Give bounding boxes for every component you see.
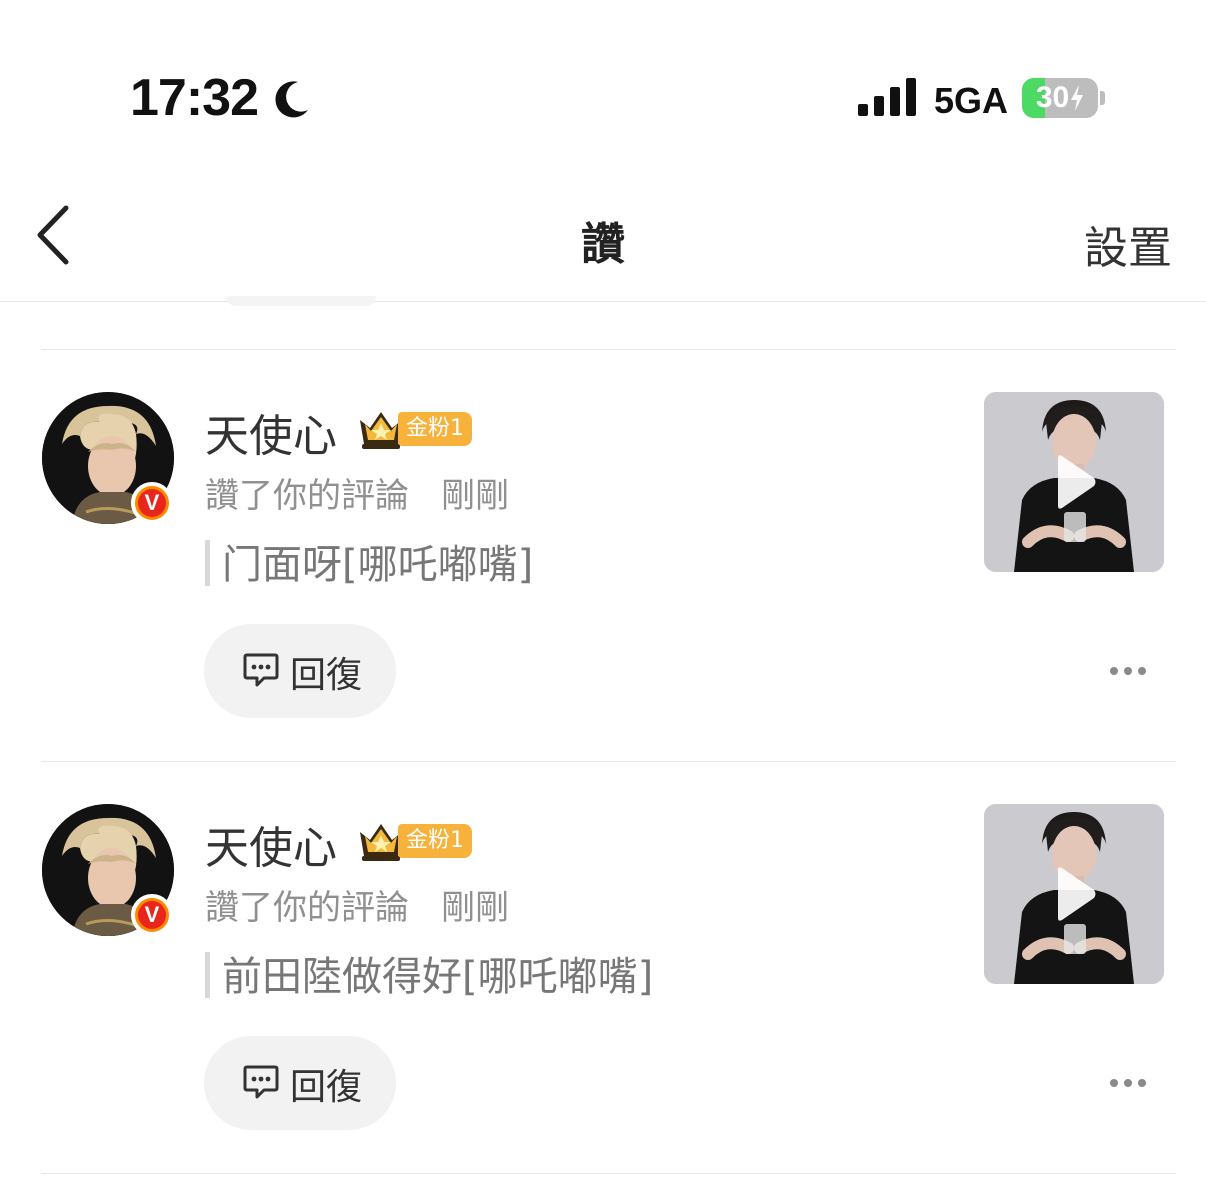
battery-cap — [1100, 91, 1105, 105]
notification-item[interactable]: V 天使心 金粉1 讚了你的評論 剛剛 门面呀[哪吒嘟嘴] 回復 — [0, 350, 1206, 761]
comment-icon — [243, 1065, 279, 1099]
reply-label: 回復 — [290, 655, 363, 696]
fan-level-badge: 金粉1 — [398, 824, 472, 858]
video-thumbnail[interactable] — [984, 804, 1164, 984]
more-dots-icon[interactable] — [1104, 1068, 1152, 1098]
more-dots-icon[interactable] — [1104, 656, 1152, 686]
fan-level-badge: 金粉1 — [398, 412, 472, 446]
page-title: 讚 — [581, 219, 625, 270]
moon-icon — [275, 81, 308, 118]
timestamp: 剛剛 — [441, 888, 509, 928]
action-line: 讚了你的評論 剛剛 — [205, 880, 509, 929]
user-name[interactable]: 天使心 — [205, 812, 337, 876]
action-line: 讚了你的評論 剛剛 — [205, 468, 509, 517]
comment-icon — [243, 653, 279, 687]
video-thumbnail[interactable] — [984, 392, 1164, 572]
reply-button[interactable]: 回復 — [204, 624, 396, 718]
play-icon — [1058, 867, 1096, 921]
nav-bar: 讚 設置 — [0, 190, 1206, 302]
notifications-likes-page: 17:32 5GA 30 讚 設置 V 天使心 金粉1 讚了你的評論 剛剛 门面… — [0, 0, 1206, 1178]
verified-v-icon: V — [131, 894, 173, 936]
quote-bar — [205, 540, 210, 586]
timestamp: 剛剛 — [441, 476, 509, 516]
verified-v-icon: V — [131, 482, 173, 524]
action-text: 讚了你的評論 — [205, 476, 409, 516]
previous-item-button-edge — [226, 296, 376, 306]
play-icon — [1058, 455, 1096, 509]
network-type: 5GA — [934, 80, 1009, 121]
action-text: 讚了你的評論 — [205, 888, 409, 928]
status-time: 17:32 — [130, 69, 259, 127]
charging-bolt-icon — [1071, 85, 1084, 111]
quoted-comment[interactable]: 门面呀[哪吒嘟嘴] — [222, 532, 533, 590]
reply-label: 回復 — [290, 1067, 363, 1108]
status-bar: 17:32 5GA 30 — [0, 0, 1206, 190]
divider — [41, 1173, 1176, 1174]
battery-charging-icon: 30 — [1022, 78, 1098, 118]
user-name[interactable]: 天使心 — [205, 400, 337, 464]
quote-bar — [205, 952, 210, 998]
reply-button[interactable]: 回復 — [204, 1036, 396, 1130]
quoted-comment[interactable]: 前田陸做得好[哪吒嘟嘴] — [222, 944, 653, 1002]
notification-item[interactable]: V 天使心 金粉1 讚了你的評論 剛剛 前田陸做得好[哪吒嘟嘴] 回復 — [0, 762, 1206, 1173]
cellular-signal-icon — [858, 78, 916, 116]
battery-percent: 30 — [1035, 81, 1070, 114]
settings-button[interactable]: 設置 — [1084, 212, 1172, 276]
